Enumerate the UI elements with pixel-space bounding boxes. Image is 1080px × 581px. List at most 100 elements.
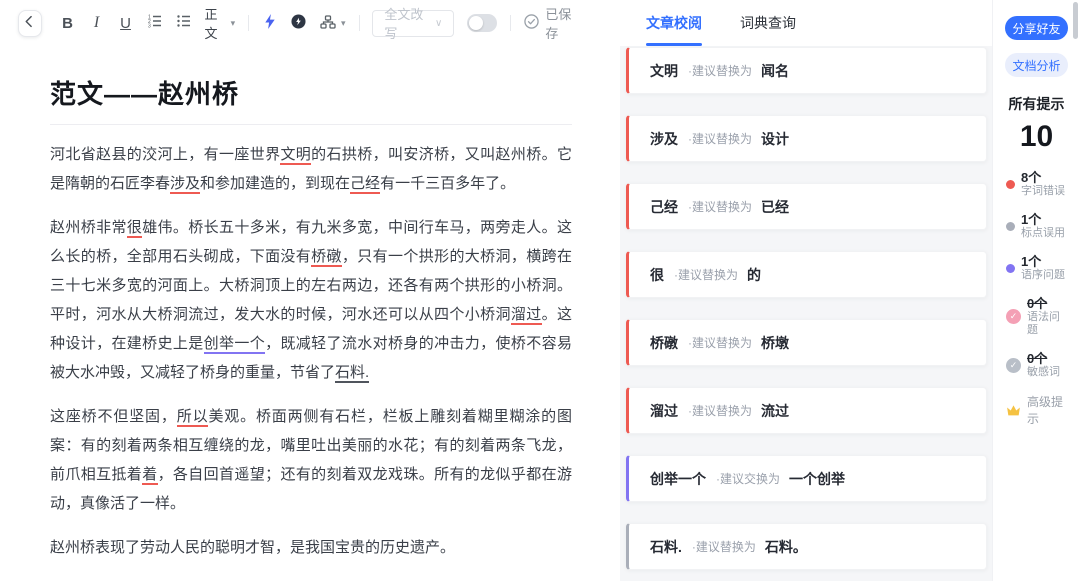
stat-item[interactable]: 1个标点误用: [1005, 212, 1068, 240]
category-dot-icon: [1006, 222, 1015, 231]
italic-button[interactable]: I: [89, 11, 105, 35]
replacement-word: 一个创举: [789, 469, 845, 489]
marked-text[interactable]: 所以: [177, 408, 209, 427]
check-circle-icon: [524, 14, 539, 32]
text-segment: 赵州桥非常: [50, 219, 127, 236]
suggestion-card[interactable]: 溜过 ·建议替换为 流过: [626, 387, 987, 434]
scrollbar-thumb[interactable]: [1073, 2, 1078, 39]
suggestion-action: ·建议交换为: [716, 470, 780, 487]
stat-label: 高级提示: [1027, 393, 1068, 427]
suggestion-card[interactable]: 桥礅 ·建议替换为 桥墩: [626, 319, 987, 366]
rewrite-label: 全文改写: [384, 4, 427, 42]
suggestion-card[interactable]: 很 ·建议替换为 的: [626, 251, 987, 298]
text-segment: 和参加建造的，到现在: [200, 175, 350, 192]
marked-text[interactable]: 文明: [280, 146, 311, 165]
divider: [359, 15, 360, 31]
stat-text: 1个标点误用: [1021, 212, 1065, 240]
paragraph-style-select[interactable]: 正文 ▾: [205, 4, 236, 42]
error-word: 很: [650, 265, 664, 285]
bold-button[interactable]: B: [60, 11, 76, 35]
error-word: 创举一个: [650, 469, 706, 489]
marked-text[interactable]: 创举一个: [204, 335, 265, 354]
total-hint-count: 10: [1005, 120, 1068, 154]
document-panel[interactable]: 范文——赵州桥 河北省赵县的洨河上，有一座世界文明的石拱桥，叫安济桥，又叫赵州桥…: [0, 46, 620, 581]
share-button[interactable]: 分享好友: [1005, 16, 1068, 40]
stat-count: 8个: [1021, 170, 1065, 185]
error-word: 石料.: [650, 537, 682, 557]
suggestion-card[interactable]: 文明 ·建议替换为 闻名: [626, 47, 987, 94]
divider: [248, 15, 249, 31]
suggestion-card[interactable]: 己经 ·建议替换为 已经: [626, 183, 987, 230]
main-area: B I U _123 正文 ▾: [0, 0, 992, 581]
toolbar: B I U _123 正文 ▾: [0, 0, 992, 46]
stat-text: 0个语法问题: [1027, 296, 1068, 337]
text-segment: 这座桥不但坚固，: [50, 408, 177, 425]
underline-button[interactable]: U: [118, 11, 134, 35]
org-chart-icon: [320, 15, 336, 32]
marked-text[interactable]: 己经: [350, 175, 380, 194]
suggestion-card[interactable]: 石料. ·建议替换为 石料。: [626, 523, 987, 570]
unordered-list-button[interactable]: [176, 11, 192, 35]
stat-item[interactable]: 8个字词错误: [1005, 170, 1068, 198]
ordered-list-button[interactable]: _123: [147, 11, 163, 35]
style-select-value: 正文: [205, 4, 226, 42]
tab-proofread[interactable]: 文章校阅: [646, 0, 702, 46]
stat-item[interactable]: 1个语序问题: [1005, 254, 1068, 282]
suggestion-card[interactable]: 涉及 ·建议替换为 设计: [626, 115, 987, 162]
toggle-switch[interactable]: [467, 14, 497, 32]
doc-paragraph: 河北省赵县的洨河上，有一座世界文明的石拱桥，叫安济桥，又叫赵州桥。它是隋朝的石匠…: [50, 140, 572, 198]
replacement-word: 已经: [761, 197, 789, 217]
marked-text[interactable]: 着: [142, 466, 157, 485]
marked-text[interactable]: 溜过: [511, 306, 542, 325]
stat-label: 标点误用: [1021, 227, 1065, 240]
divider: [510, 15, 511, 31]
structure-select[interactable]: ▾: [320, 15, 346, 32]
stat-count: 0个: [1027, 296, 1068, 311]
doc-paragraph: 赵州桥表现了劳动人民的聪明才智，是我国宝贵的历史遗产。: [50, 533, 572, 562]
suggestion-action: ·建议替换为: [688, 130, 752, 147]
marked-text[interactable]: 涉及: [170, 175, 200, 194]
stat-text: 1个语序问题: [1021, 254, 1065, 282]
check-circle-icon: ✓: [1006, 358, 1021, 373]
text-segment: 赵州桥表现了劳动人民的聪明才智，是我国宝贵的历史遗产。: [50, 539, 455, 556]
stat-text: 0个敏感词: [1027, 351, 1060, 379]
stat-item[interactable]: ✓ 0个敏感词: [1005, 351, 1068, 379]
app-root: B I U _123 正文 ▾: [0, 0, 1080, 581]
doc-paragraph: 赵州桥非常很雄伟。桥长五十多米，有九米多宽，中间行车马，两旁走人。这么长的桥，全…: [50, 213, 572, 387]
all-hints-label: 所有提示: [1005, 94, 1068, 114]
suggestion-list: 文明 ·建议替换为 闻名 涉及 ·建议替换为 设计 己经 ·建议替换为 已经 很…: [626, 47, 987, 570]
replacement-word: 桥墩: [761, 333, 789, 353]
back-button[interactable]: [18, 10, 42, 37]
ai-bolt-button[interactable]: [262, 11, 278, 35]
error-word: 己经: [650, 197, 678, 217]
stat-label: 语法问题: [1027, 311, 1068, 337]
lightning-icon: [264, 14, 276, 33]
text-segment: 河北省赵县的洨河上，有一座世界: [50, 146, 280, 163]
ordered-list-icon: _123: [147, 13, 163, 33]
error-word: 文明: [650, 61, 678, 81]
error-word: 桥礅: [650, 333, 678, 353]
toolbar-left: B I U _123 正文 ▾: [0, 0, 620, 46]
ai-proofread-button[interactable]: [291, 11, 307, 35]
stat-label: 字词错误: [1021, 185, 1065, 198]
rewrite-fulltext-button[interactable]: 全文改写 ∨: [372, 10, 454, 37]
tab-dictionary[interactable]: 词典查询: [740, 0, 796, 46]
suggestion-card[interactable]: 创举一个 ·建议交换为 一个创举: [626, 455, 987, 502]
saved-label: 已保存: [545, 4, 576, 42]
stat-item[interactable]: ✓0个语法问题: [1005, 296, 1068, 337]
stat-item[interactable]: 高级提示: [1005, 393, 1068, 427]
stat-count: 1个: [1021, 212, 1065, 227]
suggestion-action: ·建议替换为: [674, 266, 738, 283]
replacement-word: 的: [747, 265, 761, 285]
chevron-down-icon: ▾: [341, 18, 346, 29]
category-dot-icon: [1006, 180, 1015, 189]
toggle-knob: [469, 16, 483, 30]
chevron-left-icon: [23, 15, 36, 31]
tabs: 文章校阅词典查询: [620, 0, 992, 46]
crown-icon: [1006, 404, 1021, 417]
marked-text[interactable]: 桥礅: [311, 248, 342, 267]
marked-text[interactable]: 很: [127, 219, 142, 238]
marked-text[interactable]: 石料.: [335, 364, 369, 383]
doc-analysis-button[interactable]: 文档分析: [1005, 53, 1068, 77]
dark-circle-bolt-icon: [291, 14, 306, 33]
